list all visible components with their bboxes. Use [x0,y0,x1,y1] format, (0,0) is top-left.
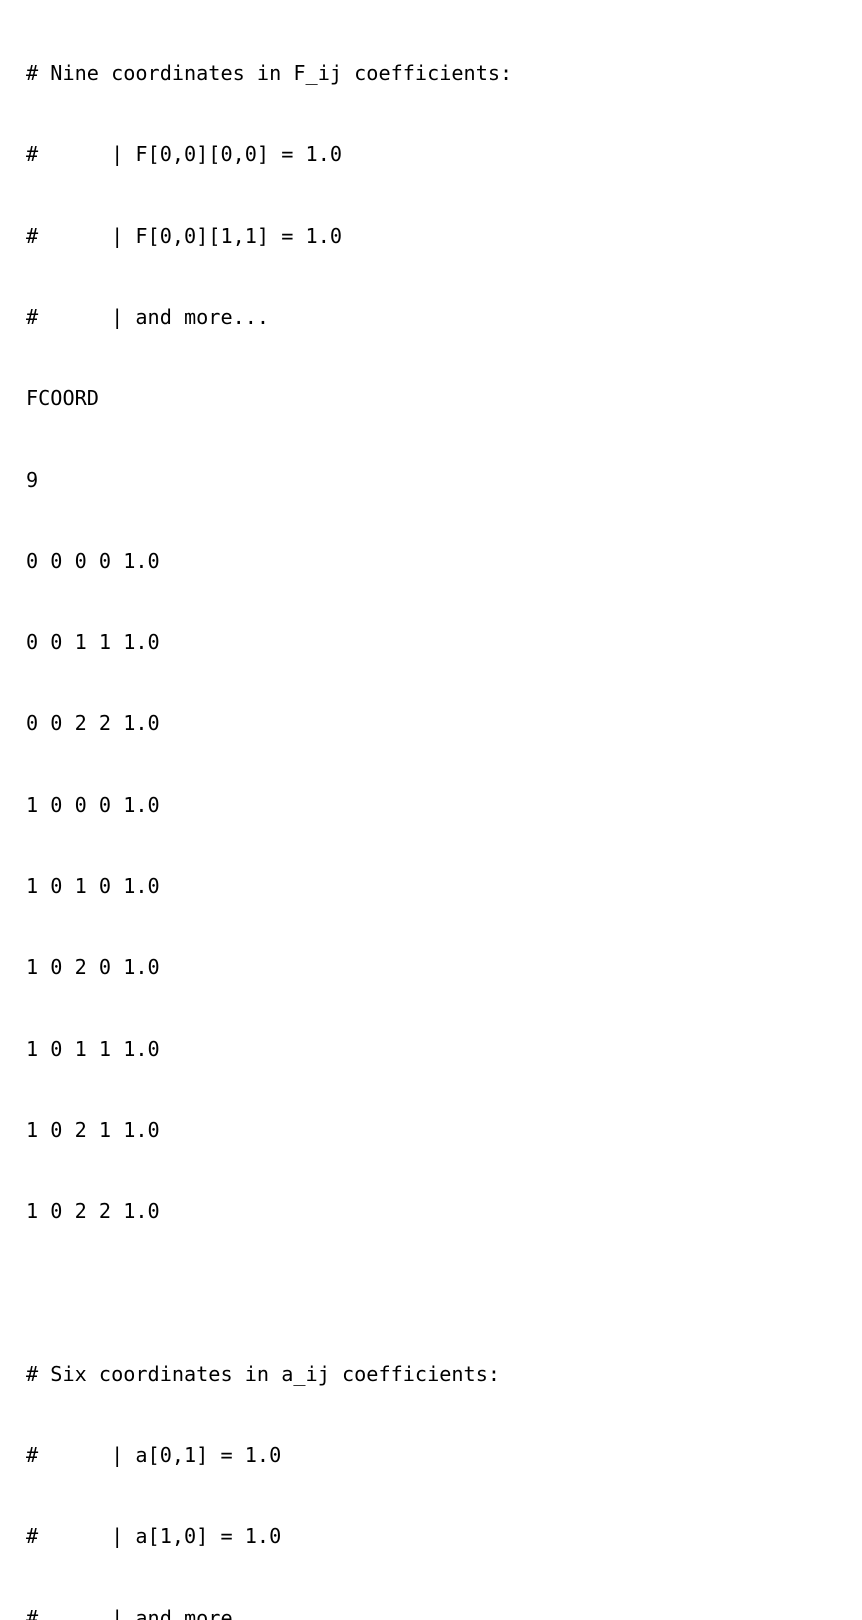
listing-line: # Six coordinates in a_ij coefficients: [26,1361,501,1386]
listing-line: 1 0 2 1 1.0 [26,1117,160,1142]
listing-line: # | F[0,0][0,0] = 1.0 [26,142,343,167]
listing-line: 1 0 2 0 1.0 [26,955,160,980]
listing-line-count-fcoord: 9 [26,467,39,492]
listing-line: # | a[0,1] = 1.0 [26,1442,282,1467]
listing-line: 0 0 2 2 1.0 [26,711,160,736]
listing-line: # Nine coordinates in F_ij coefficients: [26,61,513,86]
listing-line: 1 0 2 2 1.0 [26,1199,160,1224]
listing-line: # | F[0,0][1,1] = 1.0 [26,223,343,248]
text-listing[interactable]: # Nine coordinates in F_ij coefficients:… [26,6,512,1620]
listing-line: 1 0 0 0 1.0 [26,792,160,817]
listing-line: # | and more... [26,1605,270,1620]
listing-line-blank [26,1279,512,1306]
listing-line: 0 0 0 0 1.0 [26,548,160,573]
listing-line: # | and more... [26,305,270,330]
listing-line: 1 0 1 1 1.0 [26,1036,160,1061]
listing-line: 0 0 1 1 1.0 [26,630,160,655]
listing-line-keyword-fcoord: FCOORD [26,386,99,411]
listing-line: # | a[1,0] = 1.0 [26,1524,282,1549]
listing-line: 1 0 1 0 1.0 [26,874,160,898]
